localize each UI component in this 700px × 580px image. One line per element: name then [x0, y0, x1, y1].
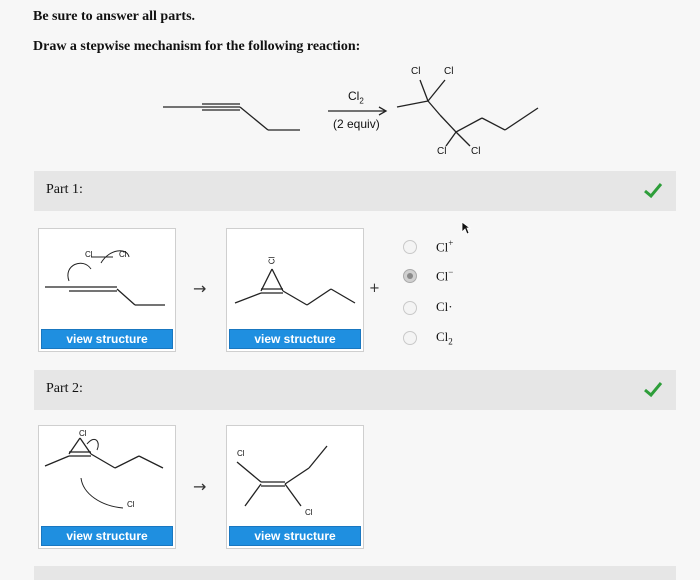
cl-atom-label: Cl — [79, 429, 87, 438]
part1-label: Part 1: — [46, 182, 83, 197]
cl-atom-label: Cl — [267, 256, 277, 265]
reagent-label: Cl2 — [348, 89, 364, 106]
cl-atom-label-2: Cl — [305, 508, 313, 517]
view-structure-button[interactable]: view structure — [229, 329, 361, 349]
part1-header: Part 1: — [34, 171, 676, 211]
option-cl-cation[interactable]: Cl+ — [403, 238, 523, 258]
structure-drawing — [234, 268, 356, 306]
product-cl-2: Cl — [444, 66, 454, 77]
cl-atom-label: Cl — [85, 250, 93, 259]
part1-structure-card-2[interactable]: Cl view structure — [226, 228, 364, 352]
option-label: Cl− — [436, 267, 454, 284]
option-cl2[interactable]: Cl2 — [403, 329, 523, 349]
option-cl-radical[interactable]: Cl· — [403, 299, 523, 319]
radio-button[interactable] — [403, 240, 417, 254]
instruction-header: Be sure to answer all parts. — [33, 9, 196, 24]
option-label: Cl· — [436, 299, 453, 314]
option-label: Cl+ — [436, 238, 454, 255]
product-cl-3: Cl — [437, 146, 447, 157]
part1-structure-card-1[interactable]: Cl Cl view structure — [38, 228, 176, 352]
step-arrow: → — [193, 477, 207, 496]
structure-drawing — [45, 250, 165, 306]
question-prompt: Draw a stepwise mechanism for the follow… — [33, 39, 361, 54]
check-icon — [642, 179, 664, 206]
structure-drawing — [236, 445, 328, 507]
radio-button-selected[interactable] — [403, 269, 417, 283]
step-arrow: → — [193, 279, 207, 298]
radio-button[interactable] — [403, 301, 417, 315]
view-structure-button[interactable]: view structure — [41, 526, 173, 546]
part2-structure-card-2[interactable]: Cl Cl view structure — [226, 425, 364, 549]
reaction-scheme — [163, 79, 539, 147]
cl-atom-label: Cl — [237, 449, 245, 458]
mouse-cursor-icon — [461, 221, 472, 240]
view-structure-button[interactable]: view structure — [229, 526, 361, 546]
structure-drawing — [44, 437, 164, 509]
part2-header: Part 2: — [34, 370, 676, 410]
check-icon — [642, 378, 664, 405]
option-label: Cl2 — [436, 329, 453, 347]
part2-label: Part 2: — [46, 381, 83, 396]
view-structure-button[interactable]: view structure — [41, 329, 173, 349]
product-cl-1: Cl — [411, 66, 421, 77]
cl-atom-label-2: Cl — [119, 250, 127, 259]
cl-atom-label-2: Cl — [127, 500, 135, 509]
radio-button[interactable] — [403, 331, 417, 345]
option-cl-anion[interactable]: Cl− — [403, 267, 523, 287]
plus-sign: + — [369, 281, 380, 296]
product-cl-4: Cl — [471, 146, 481, 157]
condition-label: (2 equiv) — [333, 117, 380, 131]
part2-structure-card-1[interactable]: Cl Cl view structure — [38, 425, 176, 549]
